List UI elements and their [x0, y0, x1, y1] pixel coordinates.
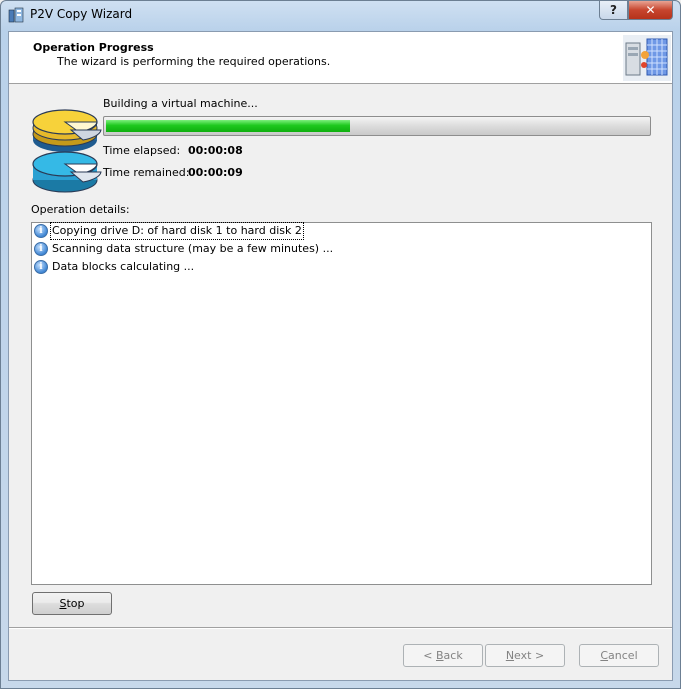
close-button[interactable]: ✕: [628, 1, 673, 20]
progress-bar-fill: [106, 120, 350, 132]
page-title: Operation Progress: [33, 41, 154, 54]
progress-bar: [103, 116, 651, 136]
next-button-label: ext >: [514, 649, 545, 662]
wizard-window: P2V Copy Wizard ? ✕ Operation Progress T…: [0, 0, 681, 689]
list-item-text: Copying drive D: of hard disk 1 to hard …: [50, 222, 304, 240]
server-grid-icon: [623, 35, 671, 81]
wizard-body: Operation Progress The wizard is perform…: [8, 31, 673, 681]
list-item-text: Data blocks calculating ...: [52, 260, 195, 273]
wizard-header: Operation Progress The wizard is perform…: [9, 32, 672, 84]
stop-button[interactable]: Stop: [32, 592, 112, 615]
back-button-mnemonic: B: [436, 649, 444, 662]
time-remained-label: Time remained:: [103, 166, 190, 179]
time-remained-value: 00:00:09: [188, 166, 243, 179]
next-button-mnemonic: N: [505, 649, 515, 662]
disk-partition-icon: [32, 109, 102, 193]
back-button-label: ack: [443, 649, 463, 662]
time-elapsed-value: 00:00:08: [188, 144, 243, 157]
window-title: P2V Copy Wizard: [30, 7, 133, 21]
title-bar[interactable]: P2V Copy Wizard ? ✕: [1, 1, 680, 29]
operation-details-list[interactable]: i Copying drive D: of hard disk 1 to har…: [31, 222, 652, 585]
progress-status-text: Building a virtual machine...: [103, 97, 258, 110]
info-icon: i: [34, 224, 48, 238]
list-item[interactable]: i Scanning data structure (may be a few …: [32, 241, 651, 259]
list-item[interactable]: i Copying drive D: of hard disk 1 to har…: [32, 222, 651, 241]
cancel-button-label: ancel: [608, 649, 638, 662]
help-button[interactable]: ?: [599, 1, 628, 20]
back-button[interactable]: < Back: [403, 644, 483, 667]
footer-separator: [9, 627, 672, 629]
info-icon: i: [34, 260, 48, 274]
time-elapsed-label: Time elapsed:: [103, 144, 181, 157]
operation-details-label: Operation details:: [31, 203, 130, 216]
p2v-app-icon: [8, 7, 24, 23]
cancel-button[interactable]: Cancel: [579, 644, 659, 667]
list-item-text: Scanning data structure (may be a few mi…: [52, 242, 334, 255]
list-item[interactable]: i Data blocks calculating ...: [32, 259, 651, 277]
back-button-arrow: <: [423, 649, 436, 662]
page-subtitle: The wizard is performing the required op…: [57, 55, 331, 68]
cancel-button-mnemonic: C: [600, 649, 609, 662]
next-button[interactable]: Next >: [485, 644, 565, 667]
stop-button-label: top: [66, 597, 85, 610]
info-icon: i: [34, 242, 48, 256]
